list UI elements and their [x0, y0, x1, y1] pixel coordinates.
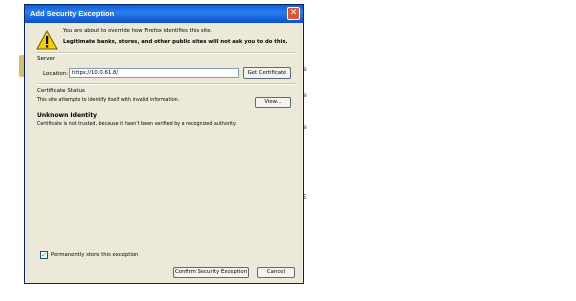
cancel-button[interactable]: Cancel — [257, 267, 295, 278]
get-certificate-button[interactable]: Get Certificate — [243, 67, 291, 79]
dialog-title: Add Security Exception — [30, 9, 115, 18]
location-input[interactable]: https://10.0.61.8/ — [69, 68, 239, 78]
unknown-identity-text: Certificate is not trusted, because it h… — [37, 122, 237, 127]
certificate-status-description: This site attempts to identify itself wi… — [37, 98, 180, 103]
certificate-status-label: Certificate Status — [37, 88, 85, 94]
divider — [37, 52, 295, 54]
warning-icon — [36, 30, 58, 50]
close-icon[interactable]: ✕ — [287, 7, 300, 20]
unknown-identity-heading: Unknown Identity — [37, 112, 98, 119]
server-section-label: Server — [37, 56, 56, 62]
dialog-titlebar[interactable]: Add Security Exception ✕ — [25, 5, 303, 23]
view-certificate-button[interactable]: View... — [255, 97, 291, 108]
location-label: Location: — [43, 71, 69, 77]
add-security-exception-dialog: Add Security Exception ✕ You are about t… — [24, 4, 304, 284]
background-window-edge — [0, 0, 27, 301]
permanently-store-checkbox[interactable]: ✓ — [40, 251, 48, 259]
confirm-security-exception-button[interactable]: Confirm Security Exception — [173, 267, 249, 278]
intro-warning-text: Legitimate banks, stores, and other publ… — [63, 39, 288, 45]
permanently-store-label[interactable]: Permanently store this exception — [51, 252, 138, 258]
intro-text: You are about to override how Firefox id… — [63, 28, 213, 34]
divider — [37, 83, 295, 85]
